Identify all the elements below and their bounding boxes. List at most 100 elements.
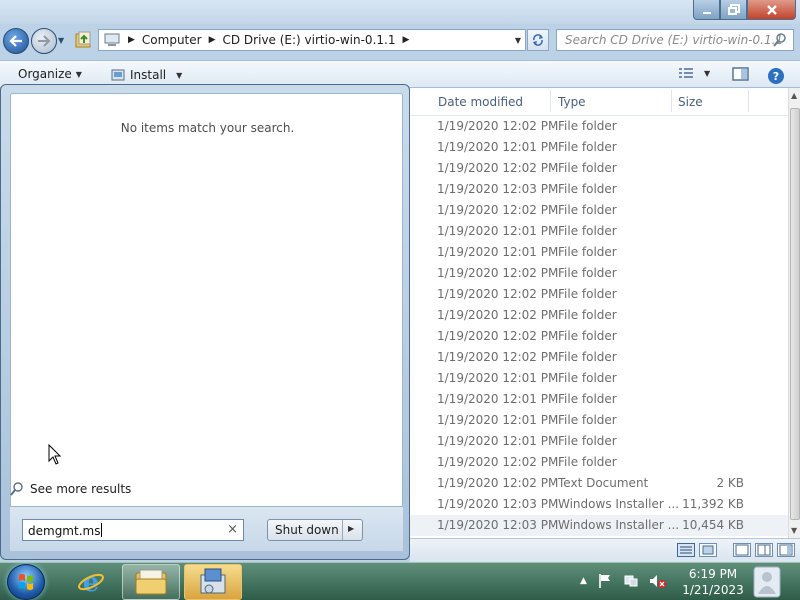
svg-text:e: e bbox=[83, 568, 100, 597]
file-row[interactable]: 1/19/2020 12:01 PM File folder bbox=[410, 389, 788, 410]
column-type[interactable]: Type bbox=[558, 95, 586, 109]
file-date: 1/19/2020 12:02 PM bbox=[437, 161, 559, 175]
network-icon[interactable] bbox=[623, 573, 639, 589]
search-placeholder: Search CD Drive (E:) virtio-win-0.1.1 bbox=[565, 33, 784, 47]
close-button[interactable] bbox=[747, 0, 796, 20]
column-size[interactable]: Size bbox=[678, 95, 703, 109]
file-row[interactable]: 1/19/2020 12:01 PM File folder bbox=[410, 137, 788, 158]
file-row[interactable]: 1/19/2020 12:01 PM File folder bbox=[410, 221, 788, 242]
restore-icon bbox=[727, 4, 740, 15]
taskbar-windows-explorer[interactable] bbox=[122, 564, 180, 600]
breadcrumb-cd-drive[interactable]: CD Drive (E:) virtio-win-0.1.1 bbox=[219, 33, 400, 47]
help-button[interactable]: ? bbox=[767, 67, 785, 85]
file-row[interactable]: 1/19/2020 12:02 PM File folder bbox=[410, 347, 788, 368]
breadcrumb-arrow-icon[interactable]: ▶ bbox=[125, 35, 138, 45]
folder-up-icon[interactable] bbox=[74, 30, 94, 50]
file-date: 1/19/2020 12:01 PM bbox=[437, 392, 559, 406]
file-row[interactable]: 1/19/2020 12:01 PM File folder bbox=[410, 431, 788, 452]
details-view-button[interactable] bbox=[677, 543, 695, 557]
scroll-up-icon[interactable]: ▲ bbox=[791, 91, 797, 100]
no-results-message: No items match your search. bbox=[120, 121, 295, 135]
address-history-dropdown[interactable]: ▼ bbox=[515, 36, 521, 45]
show-hidden-icons-icon[interactable]: ▲ bbox=[580, 576, 587, 586]
breadcrumb-arrow-icon[interactable]: ▶ bbox=[399, 35, 412, 45]
file-row[interactable]: 1/19/2020 12:01 PM File folder bbox=[410, 242, 788, 263]
file-row[interactable]: 1/19/2020 12:02 PM File folder bbox=[410, 158, 788, 179]
forward-arrow-icon bbox=[38, 35, 51, 47]
file-row[interactable]: 1/19/2020 12:02 PM File folder bbox=[410, 326, 788, 347]
file-row[interactable]: 1/19/2020 12:03 PM File folder bbox=[410, 179, 788, 200]
system-clock[interactable]: 6:19 PM 1/21/2023 bbox=[680, 566, 746, 598]
file-row[interactable]: 1/19/2020 12:02 PM Text Document 2 KB bbox=[410, 473, 788, 494]
installer-icon bbox=[200, 568, 226, 594]
vertical-scrollbar[interactable]: ▲ ▼ bbox=[788, 88, 800, 538]
minimize-button[interactable] bbox=[693, 0, 720, 20]
file-row[interactable]: 1/19/2020 12:02 PM File folder bbox=[410, 116, 788, 137]
clock-time: 6:19 PM bbox=[688, 567, 738, 581]
title-bar[interactable] bbox=[0, 0, 800, 24]
file-type: File folder bbox=[558, 434, 617, 448]
start-search-input[interactable]: demgmt.ms × bbox=[22, 519, 244, 541]
file-type: File folder bbox=[558, 413, 617, 427]
organize-button[interactable]: Organize ▼ bbox=[18, 67, 82, 81]
file-row[interactable]: 1/19/2020 12:02 PM File folder bbox=[410, 452, 788, 473]
split-pane-button[interactable] bbox=[755, 543, 773, 557]
breadcrumb-computer[interactable]: Computer bbox=[138, 33, 206, 47]
file-type: File folder bbox=[558, 455, 617, 469]
file-date: 1/19/2020 12:02 PM bbox=[437, 329, 559, 343]
column-divider[interactable] bbox=[550, 90, 551, 112]
file-type: File folder bbox=[558, 392, 617, 406]
file-type: Windows Installer ... bbox=[558, 518, 680, 532]
file-row[interactable]: 1/19/2020 12:02 PM File folder bbox=[410, 200, 788, 221]
file-row[interactable]: 1/19/2020 12:01 PM File folder bbox=[410, 410, 788, 431]
scroll-down-icon[interactable]: ▼ bbox=[791, 526, 797, 535]
shutdown-options-arrow-icon[interactable]: ▶ bbox=[348, 524, 354, 533]
taskbar-installer[interactable] bbox=[184, 564, 242, 600]
help-icon: ? bbox=[768, 68, 784, 84]
forward-button[interactable] bbox=[31, 28, 57, 54]
file-row[interactable]: 1/19/2020 12:03 PM Windows Installer ... 1… bbox=[410, 515, 788, 536]
volume-muted-icon[interactable] bbox=[649, 573, 667, 589]
chevron-down-icon: ▼ bbox=[176, 70, 183, 80]
start-button[interactable] bbox=[7, 564, 45, 600]
breadcrumb-arrow-icon[interactable]: ▶ bbox=[206, 35, 219, 45]
search-icon bbox=[773, 33, 786, 47]
text-caret bbox=[101, 523, 103, 537]
svg-text:?: ? bbox=[773, 70, 779, 83]
shutdown-button[interactable]: Shut down ▶ bbox=[267, 519, 363, 541]
folder-icon bbox=[135, 569, 167, 595]
chevron-down-icon: ▼ bbox=[75, 69, 82, 79]
action-center-flag-icon[interactable] bbox=[597, 573, 613, 589]
taskbar-internet-explorer[interactable]: e bbox=[62, 564, 120, 600]
file-row[interactable]: 1/19/2020 12:01 PM File folder bbox=[410, 368, 788, 389]
file-date: 1/19/2020 12:01 PM bbox=[437, 224, 559, 238]
minimize-icon bbox=[702, 11, 711, 14]
column-divider[interactable] bbox=[671, 90, 672, 112]
search-input[interactable]: Search CD Drive (E:) virtio-win-0.1.1 bbox=[556, 29, 794, 51]
recent-pages-dropdown[interactable]: ▼ bbox=[58, 36, 64, 45]
scrollbar-thumb[interactable] bbox=[790, 108, 800, 520]
see-more-results-link[interactable]: See more results bbox=[10, 481, 131, 497]
address-bar[interactable]: ▶ Computer ▶ CD Drive (E:) virtio-win-0.… bbox=[98, 29, 526, 51]
preview-pane-button[interactable] bbox=[732, 67, 750, 81]
file-row[interactable]: 1/19/2020 12:02 PM File folder bbox=[410, 263, 788, 284]
back-button[interactable] bbox=[3, 28, 29, 54]
large-icons-view-button[interactable] bbox=[699, 543, 717, 557]
single-pane-button[interactable] bbox=[733, 543, 751, 557]
file-row[interactable]: 1/19/2020 12:02 PM File folder bbox=[410, 305, 788, 326]
user-account-button[interactable] bbox=[750, 564, 784, 600]
change-view-button[interactable]: ▼ bbox=[678, 67, 710, 79]
file-row[interactable]: 1/19/2020 12:02 PM File folder bbox=[410, 284, 788, 305]
right-pane-button[interactable] bbox=[777, 543, 795, 557]
file-row[interactable]: 1/19/2020 12:03 PM Windows Installer ... 1… bbox=[410, 494, 788, 515]
clear-search-icon[interactable]: × bbox=[227, 522, 238, 537]
chevron-down-icon: ▼ bbox=[704, 68, 711, 78]
start-menu: No items match your search. See more res… bbox=[0, 84, 410, 560]
column-divider[interactable] bbox=[748, 90, 749, 112]
column-date-modified[interactable]: Date modified bbox=[438, 95, 523, 109]
refresh-button[interactable] bbox=[527, 29, 549, 51]
clock-date: 1/21/2023 bbox=[682, 583, 744, 597]
install-button[interactable]: Install ▼ bbox=[110, 67, 182, 83]
restore-button[interactable] bbox=[720, 0, 747, 20]
back-arrow-icon bbox=[9, 35, 22, 47]
